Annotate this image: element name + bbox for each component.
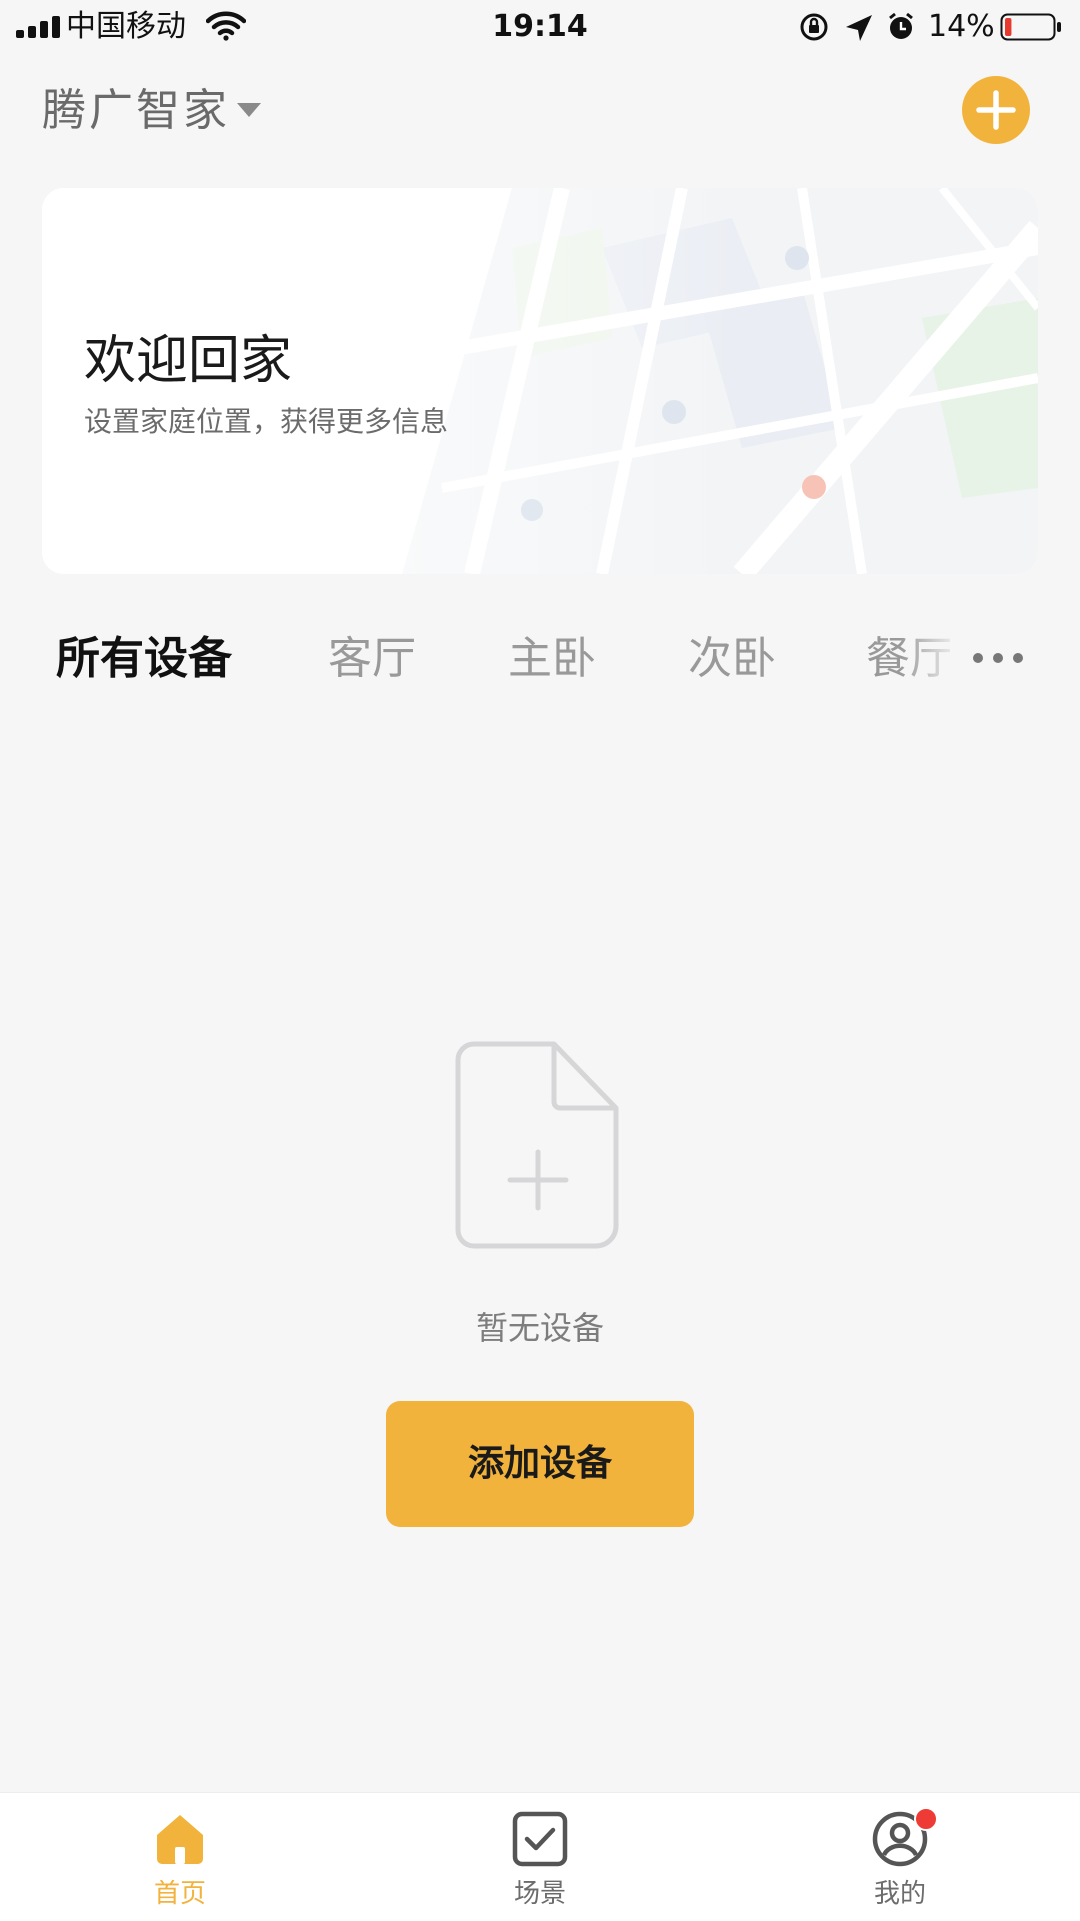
add-file-icon (455, 1041, 619, 1249)
battery-icon (1000, 13, 1061, 41)
orientation-lock-icon (800, 13, 828, 41)
add-device-button[interactable]: 添加设备 (386, 1401, 694, 1527)
checkbox-icon (512, 1811, 568, 1867)
empty-message: 暂无设备 (475, 1309, 604, 1347)
status-bar: 中国移动 19:14 14% (0, 0, 1080, 54)
battery-percent: 14% (928, 9, 995, 44)
tab-living-room[interactable]: 客厅 (328, 630, 416, 688)
nav-item-scene[interactable]: 场景 (440, 1793, 640, 1921)
status-icons-group (800, 12, 913, 41)
add-button[interactable] (962, 76, 1030, 144)
bottom-nav: 首页 场景 我的 (0, 1792, 1080, 1921)
tabs-fade (900, 620, 960, 700)
plus-icon (976, 90, 1016, 130)
nav-label-home: 首页 (153, 1879, 206, 1909)
welcome-card[interactable]: 欢迎回家 设置家庭位置，获得更多信息 (42, 188, 1038, 574)
welcome-title: 欢迎回家 (84, 331, 293, 391)
tab-second-bedroom[interactable]: 次卧 (688, 630, 776, 688)
location-icon (846, 15, 872, 41)
notification-badge (914, 1807, 938, 1831)
nav-item-mine[interactable]: 我的 (800, 1793, 1000, 1921)
home-name[interactable]: 腾广智家 (42, 82, 230, 140)
nav-label-mine: 我的 (873, 1879, 926, 1909)
welcome-subtitle: 设置家庭位置，获得更多信息 (84, 405, 449, 438)
alarm-icon (889, 12, 913, 39)
caret-down-icon[interactable] (236, 101, 262, 119)
tab-master-bedroom[interactable]: 主卧 (508, 630, 596, 688)
tab-all-devices[interactable]: 所有设备 (56, 630, 232, 688)
more-dots-icon[interactable] (970, 648, 1026, 668)
nav-label-scene: 场景 (513, 1879, 566, 1909)
nav-item-home[interactable]: 首页 (80, 1793, 280, 1921)
home-icon (157, 1815, 203, 1864)
